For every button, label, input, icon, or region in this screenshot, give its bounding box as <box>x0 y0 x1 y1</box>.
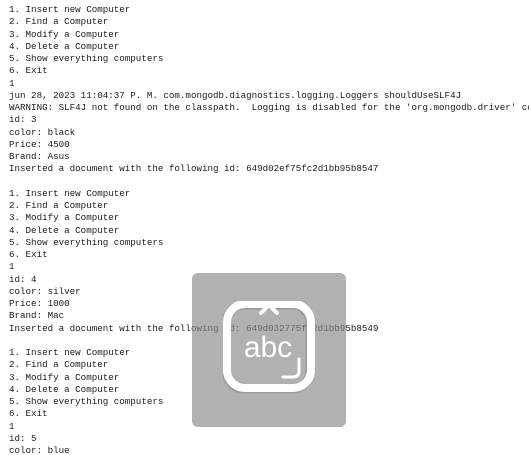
console-line: Price: 4500 <box>9 138 70 150</box>
console-line: 1 <box>9 77 15 89</box>
console-line: 3. Modify a Computer <box>9 28 120 40</box>
console-line: 5. Show everything computers <box>9 53 164 64</box>
console-line: 2. Find a Computer <box>9 16 109 28</box>
console-line: 2. Find a Computer <box>9 200 109 211</box>
console-line: color: blue <box>9 445 70 455</box>
console-line: 4. Delete a Computer <box>9 40 120 52</box>
console-line: Brand: Asus <box>9 151 70 162</box>
console-line: id: 3 <box>9 114 37 126</box>
keyboard-abc-icon: abc <box>223 301 315 394</box>
console-line: WARNING: SLF4J not found on the classpat… <box>9 102 529 113</box>
console-line: 6. Exit <box>9 65 48 77</box>
console-line: jun 28, 2023 11:04:37 P. M. com.mongodb.… <box>9 89 462 101</box>
console-line: 1. Insert new Computer <box>9 187 131 199</box>
console-line: 6. Exit <box>9 249 48 260</box>
console-line: Inserted a document with the following i… <box>9 163 379 175</box>
overlay-label: abc <box>244 331 292 364</box>
console-line: 4. Delete a Computer <box>9 224 120 236</box>
console-line: 3. Modify a Computer <box>9 212 120 224</box>
console-line: 1. Insert new Computer <box>9 4 131 15</box>
console-line: color: black <box>9 126 76 138</box>
console-line: 5. Show everything computers <box>9 236 164 248</box>
console-line: 1 <box>9 261 15 273</box>
console-line: id: 5 <box>9 432 37 444</box>
keyboard-input-overlay[interactable]: abc <box>192 273 346 427</box>
